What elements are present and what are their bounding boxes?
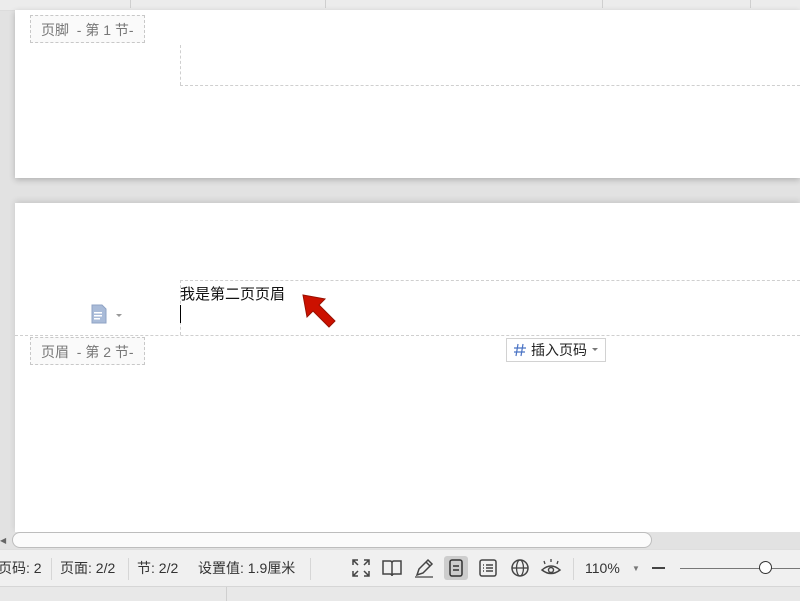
page-2: 我是第二页页眉 页眉 - 第 2 节- 插入页码: [15, 203, 800, 532]
horizontal-scroll-thumb[interactable]: [12, 532, 652, 548]
document-workspace: 页脚 - 第 1 节- 我是第二页页眉 页眉 - 第 2 节- 插入页码: [0, 0, 800, 532]
pen-icon[interactable]: [412, 556, 436, 580]
page-view-icon[interactable]: [444, 556, 468, 580]
insert-page-number-label: 插入页码: [531, 342, 587, 358]
web-view-icon[interactable]: [508, 556, 532, 580]
chevron-down-icon: [592, 348, 598, 351]
eye-protection-icon[interactable]: [539, 556, 563, 580]
zoom-level-select[interactable]: 110%: [585, 550, 620, 587]
status-page-count[interactable]: 页面: 2/2: [60, 550, 115, 587]
text-cursor: [180, 305, 181, 323]
page-1: 页脚 - 第 1 节-: [15, 10, 800, 178]
footer-section-tag[interactable]: 页脚 - 第 1 节-: [30, 15, 145, 43]
status-setting-value[interactable]: 设置值: 1.9厘米: [198, 550, 295, 587]
document-settings-icon: [91, 304, 122, 324]
outline-view-icon[interactable]: [476, 556, 500, 580]
hash-icon: [514, 343, 526, 357]
scroll-left-icon[interactable]: ◀: [0, 536, 6, 545]
status-page-number[interactable]: 页码: 2: [0, 550, 42, 587]
zoom-slider-handle[interactable]: [759, 561, 772, 574]
status-bar: 页码: 2 页面: 2/2 节: 2/2 设置值: 1.9厘米 110% ▼: [0, 549, 800, 587]
zoom-slider-track[interactable]: [680, 568, 800, 569]
annotation-arrow-icon: [299, 291, 359, 335]
header-section-tag[interactable]: 页眉 - 第 2 节-: [30, 337, 145, 365]
chevron-down-icon[interactable]: ▼: [632, 564, 640, 573]
footer-margin-guide: [180, 45, 181, 85]
insert-page-number-button[interactable]: 插入页码: [506, 338, 606, 362]
fullscreen-icon[interactable]: [349, 556, 373, 580]
bottom-strip: [0, 586, 800, 601]
header-text[interactable]: 我是第二页页眉: [180, 283, 285, 304]
footer-boundary-line: [180, 85, 800, 86]
status-section[interactable]: 节: 2/2: [137, 550, 178, 587]
zoom-out-button[interactable]: [652, 567, 665, 569]
horizontal-scrollbar[interactable]: ◀: [0, 532, 800, 549]
header-top-line: [180, 280, 800, 281]
header-options-dropdown[interactable]: [90, 303, 130, 327]
header-boundary-line: [15, 335, 800, 336]
reading-mode-icon[interactable]: [380, 556, 404, 580]
